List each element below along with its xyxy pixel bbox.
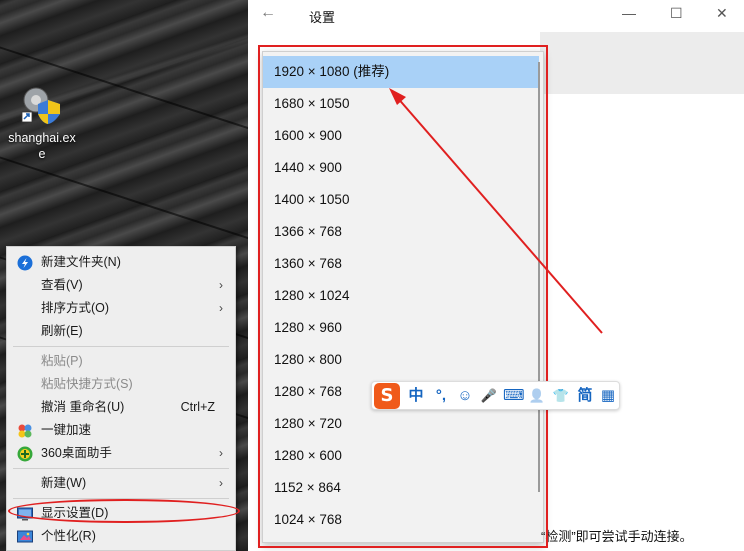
annotation-highlight-ellipse (8, 499, 240, 523)
app-shield-icon (20, 86, 64, 126)
desktop-icon-shanghai[interactable]: shanghai.exe (6, 86, 78, 162)
menu-item-label: 撤消 重命名(U) (41, 400, 125, 414)
menu-item-shortcut: Ctrl+Z (180, 400, 215, 414)
ime-user-icon[interactable]: 👤 (527, 385, 547, 407)
ime-chinese-mode-button[interactable]: 中 (406, 385, 426, 407)
menu-item-speedup[interactable]: 一键加速 (7, 419, 235, 442)
menu-item-label: 粘贴(P) (41, 354, 83, 368)
menu-item-paste: 粘贴(P) (7, 350, 235, 373)
menu-item-label: 个性化(R) (41, 529, 96, 543)
menu-item-paste-shortcut: 粘贴快捷方式(S) (7, 373, 235, 396)
menu-separator (13, 346, 229, 347)
speedup-icon (17, 423, 33, 439)
ime-logo-icon[interactable]: S (374, 383, 400, 409)
menu-item-label: 一键加速 (41, 423, 92, 437)
maximize-icon[interactable]: ☐ (670, 5, 683, 22)
close-icon[interactable]: ✕ (716, 5, 728, 22)
submenu-arrow-icon: › (219, 301, 223, 315)
submenu-arrow-icon: › (219, 476, 223, 490)
submenu-arrow-icon: › (219, 278, 223, 292)
ime-keyboard-icon[interactable]: ⌨ (503, 385, 525, 407)
menu-item-personalize[interactable]: 个性化(R) (7, 525, 235, 548)
ime-toolbox-icon[interactable]: ▦ (598, 385, 618, 407)
ime-microphone-icon[interactable]: 🎤 (479, 385, 499, 407)
submenu-arrow-icon: › (219, 446, 223, 460)
desktop-icon-label: shanghai.exe (8, 131, 76, 161)
360-icon (17, 446, 33, 462)
menu-separator (13, 468, 229, 469)
menu-item-label: 刷新(E) (41, 324, 83, 338)
menu-item-new[interactable]: 新建(W) › (7, 472, 235, 495)
connection-hint-text: “检测”即可尝试手动连接。 (541, 529, 693, 544)
menu-item-undo-rename[interactable]: 撤消 重命名(U) Ctrl+Z (7, 396, 235, 419)
ime-emoji-icon[interactable]: ☺ (455, 385, 475, 407)
title-bar: ← 设置 — ☐ ✕ (248, 0, 744, 32)
back-arrow-icon[interactable]: ← (260, 4, 276, 22)
window-title: 设置 (309, 10, 336, 25)
menu-item-view[interactable]: 查看(V) › (7, 274, 235, 297)
ime-toolbar: S 中 °, ☺ 🎤 ⌨ 👤 👕 简 ▦ (371, 381, 620, 410)
menu-item-360-desktop[interactable]: 360桌面助手 › (7, 442, 235, 465)
menu-item-new-folder[interactable]: 新建文件夹(N) (7, 251, 235, 274)
settings-header-band (540, 32, 744, 94)
menu-item-label: 粘贴快捷方式(S) (41, 377, 133, 391)
menu-item-sort[interactable]: 排序方式(O) › (7, 297, 235, 320)
minimize-icon[interactable]: — (622, 5, 636, 21)
menu-item-label: 排序方式(O) (41, 301, 110, 315)
menu-item-label: 新建文件夹(N) (41, 255, 121, 269)
personalize-icon (17, 529, 33, 545)
menu-item-refresh[interactable]: 刷新(E) (7, 320, 235, 343)
ime-simplified-button[interactable]: 简 (575, 385, 595, 407)
annotation-highlight-box (258, 45, 548, 548)
new-folder-icon (17, 255, 33, 271)
menu-item-label: 新建(W) (41, 476, 87, 490)
menu-item-label: 查看(V) (41, 278, 83, 292)
menu-item-label: 360桌面助手 (41, 446, 112, 460)
ime-punctuation-icon[interactable]: °, (431, 385, 451, 407)
ime-skin-icon[interactable]: 👕 (551, 385, 571, 407)
